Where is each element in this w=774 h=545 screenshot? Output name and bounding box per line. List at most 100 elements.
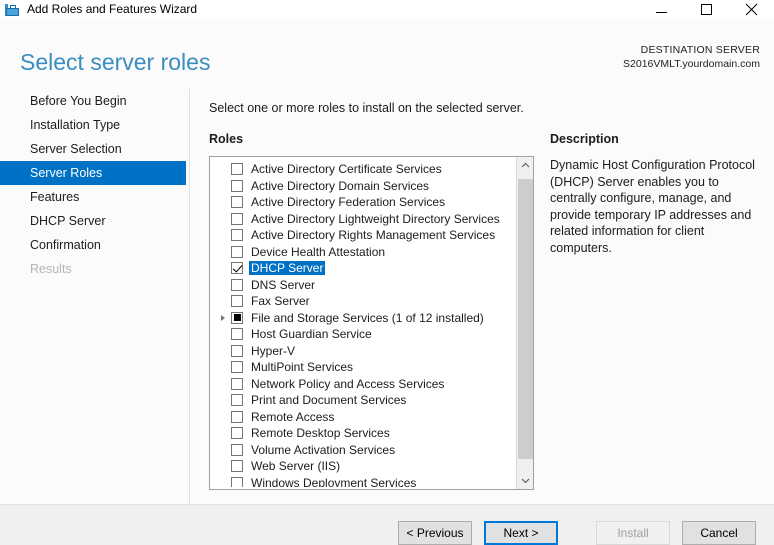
page-title: Select server roles [20, 49, 211, 75]
role-checkbox[interactable] [231, 476, 243, 487]
role-label: DNS Server [251, 277, 316, 292]
scroll-up-button[interactable] [517, 157, 533, 174]
role-checkbox[interactable] [231, 377, 243, 390]
role-row[interactable]: Windows Deployment Services [210, 475, 516, 487]
sidebar-item-installation-type[interactable]: Installation Type [0, 113, 189, 137]
description-label: Description [550, 132, 619, 146]
role-row[interactable]: Active Directory Domain Services [210, 178, 516, 195]
role-checkbox[interactable] [231, 196, 243, 209]
role-row[interactable]: Network Policy and Access Services [210, 376, 516, 393]
role-row[interactable]: Active Directory Lightweight Directory S… [210, 211, 516, 228]
cancel-button[interactable]: Cancel [682, 521, 756, 545]
minimize-icon [656, 12, 667, 13]
role-row[interactable]: Device Health Attestation [210, 244, 516, 261]
role-label: Remote Access [251, 409, 335, 424]
role-checkbox[interactable] [231, 394, 243, 407]
role-checkbox[interactable] [231, 410, 243, 423]
sidebar-item-confirmation[interactable]: Confirmation [0, 233, 189, 257]
maximize-button[interactable] [684, 0, 729, 19]
roles-scrollbar[interactable] [516, 157, 533, 489]
role-checkbox[interactable] [231, 229, 243, 242]
role-checkbox[interactable] [231, 245, 243, 258]
wizard-footer: < Previous Next > Install Cancel [0, 505, 774, 545]
role-row[interactable]: Volume Activation Services [210, 442, 516, 459]
button-spacer [570, 521, 584, 545]
role-label: Active Directory Certificate Services [251, 162, 442, 177]
role-checkbox[interactable] [231, 361, 243, 374]
scrollbar-thumb[interactable] [518, 179, 533, 459]
role-row[interactable]: Fax Server [210, 293, 516, 310]
next-button[interactable]: Next > [484, 521, 558, 545]
role-checkbox[interactable] [231, 163, 243, 176]
scroll-down-button[interactable] [517, 472, 533, 489]
role-checkbox[interactable] [231, 443, 243, 456]
role-row[interactable]: File and Storage Services (1 of 12 insta… [210, 310, 516, 327]
role-row[interactable]: Hyper-V [210, 343, 516, 360]
role-checkbox[interactable] [231, 179, 243, 192]
role-label: Device Health Attestation [251, 244, 386, 259]
destination-server-label: DESTINATION SERVER [640, 44, 760, 56]
sidebar-item-server-roles[interactable]: Server Roles [0, 161, 186, 185]
window-title: Add Roles and Features Wizard [27, 2, 198, 16]
role-row[interactable]: MultiPoint Services [210, 359, 516, 376]
toolbox-icon [5, 2, 21, 18]
role-checkbox[interactable] [231, 427, 243, 440]
role-label: Active Directory Domain Services [251, 178, 430, 193]
role-checkbox[interactable] [231, 311, 243, 324]
role-row[interactable]: Print and Document Services [210, 392, 516, 409]
window-title-bar: Add Roles and Features Wizard [0, 0, 774, 19]
role-row[interactable]: Web Server (IIS) [210, 458, 516, 475]
destination-server-name: S2016VMLT.yourdomain.com [623, 58, 760, 70]
role-row[interactable]: Active Directory Federation Services [210, 194, 516, 211]
role-row[interactable]: Remote Desktop Services [210, 425, 516, 442]
role-checkbox[interactable] [231, 295, 243, 308]
role-row[interactable]: Active Directory Certificate Services [210, 161, 516, 178]
sidebar-item-before-you-begin[interactable]: Before You Begin [0, 89, 189, 113]
role-checkbox[interactable] [231, 212, 243, 225]
role-label: File and Storage Services (1 of 12 insta… [251, 310, 484, 325]
close-icon [745, 3, 758, 16]
close-button[interactable] [729, 0, 774, 19]
expand-arrow-icon[interactable] [218, 310, 231, 326]
title-bar-left: Add Roles and Features Wizard [0, 0, 639, 19]
role-row[interactable]: DHCP Server [210, 260, 516, 277]
role-checkbox[interactable] [231, 344, 243, 357]
role-checkbox[interactable] [231, 328, 243, 341]
role-checkbox[interactable] [231, 460, 243, 473]
sidebar-item-results: Results [30, 262, 72, 276]
sidebar-item-features[interactable]: Features [0, 185, 189, 209]
role-row[interactable]: Active Directory Rights Management Servi… [210, 227, 516, 244]
role-row[interactable]: Remote Access [210, 409, 516, 426]
roles-listbox[interactable]: Active Directory Certificate Services Act… [209, 156, 534, 490]
role-row[interactable]: DNS Server [210, 277, 516, 294]
role-checkbox[interactable] [231, 278, 243, 291]
chevron-up-icon [521, 162, 530, 168]
role-label: Print and Document Services [251, 393, 407, 408]
wizard-sidebar: Before You Begin Installation Type Serve… [0, 89, 190, 504]
role-label: Host Guardian Service [251, 327, 372, 342]
role-row[interactable]: Host Guardian Service [210, 326, 516, 343]
sidebar-item-server-selection[interactable]: Server Selection [0, 137, 189, 161]
description-text: Dynamic Host Configuration Protocol (DHC… [550, 158, 755, 255]
role-checkbox[interactable] [231, 262, 243, 275]
instruction-text: Select one or more roles to install on t… [209, 101, 524, 115]
previous-button[interactable]: < Previous [398, 521, 472, 545]
roles-list: Active Directory Certificate Services Act… [210, 161, 516, 487]
footer-button-group: < Previous Next > Install Cancel [398, 521, 756, 545]
role-label: Fax Server [251, 294, 310, 309]
minimize-button[interactable] [639, 0, 684, 19]
sidebar-item-dhcp-server[interactable]: DHCP Server [0, 209, 189, 233]
